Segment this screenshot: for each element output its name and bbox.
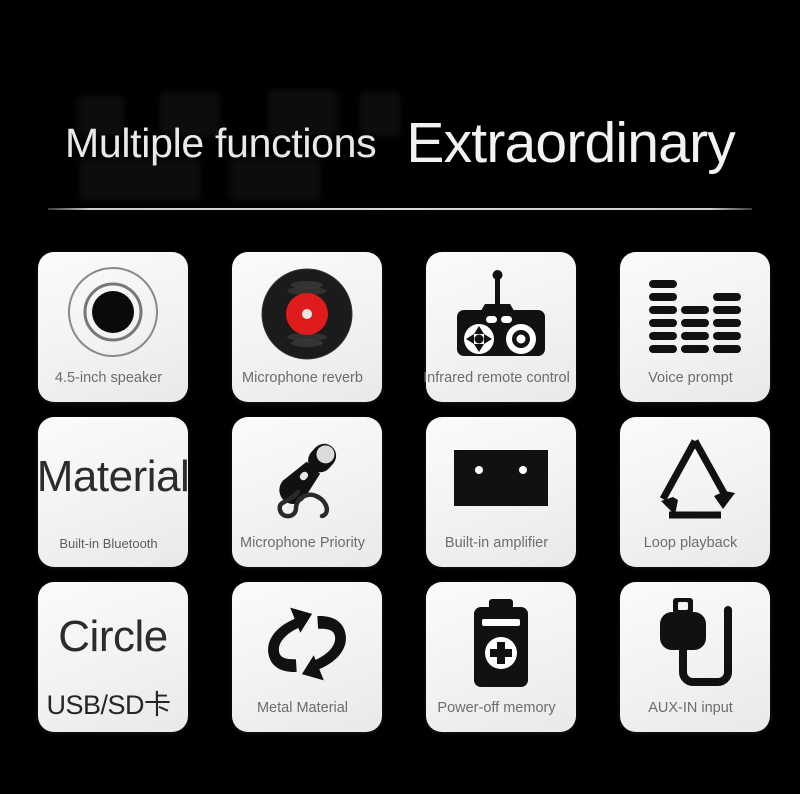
feature-card-label: Built-in Bluetooth [59,536,158,551]
page-header: Multiple functions Extraordinary [0,100,800,186]
feature-card-usb-sd[interactable]: Circle USB/SD卡 [38,582,188,732]
feature-card-loop-playback[interactable]: Loop playback [620,417,770,567]
feature-card-word: Material [36,452,190,501]
equalizer-bars-icon [620,252,770,371]
feature-grid-page: Multiple functions Extraordinary 4.5-inc… [0,0,800,794]
amplifier-icon [426,417,576,536]
feature-card-voice-prompt[interactable]: Voice prompt [620,252,770,402]
feature-card-metal-material[interactable]: Metal Material [232,582,382,732]
feature-card-label: Power-off memory [437,699,556,716]
vinyl-record-icon [232,252,382,371]
feature-card-mic-priority[interactable]: Microphone Priority [232,417,382,567]
speaker-cone-icon [38,252,188,371]
feature-card-speaker[interactable]: 4.5-inch speaker [38,252,188,402]
usb-plug-cable-icon [620,582,770,701]
feature-card-label: Microphone Priority [240,534,365,551]
page-title: Extraordinary [406,110,735,175]
feature-card-label: Infrared remote control [423,369,570,386]
feature-card-aux-in[interactable]: AUX-IN input [620,582,770,732]
feature-card-word: Circle [58,612,168,661]
feature-card-bluetooth[interactable]: Material Built-in Bluetooth [36,417,190,567]
battery-plus-icon [426,582,576,701]
feature-card-label: 4.5-inch speaker [54,369,163,386]
feature-card-label: Microphone reverb [242,369,363,386]
feature-card-label: Voice prompt [648,369,733,386]
feature-card-power-off-memory[interactable]: Power-off memory [426,582,576,732]
feature-card-reverb[interactable]: Microphone reverb [232,252,382,402]
feature-card-label: Built-in amplifier [444,534,549,551]
microphone-icon [232,417,382,536]
feature-card-label: Metal Material [256,699,349,716]
feature-card-remote[interactable]: Infrared remote control [423,252,576,402]
feature-card-grid: 4.5-inch speaker Microphone reverb Infra… [36,252,770,732]
feature-card-label: AUX-IN input [648,699,733,716]
metal-cycle-arrows-icon [232,582,382,701]
remote-control-icon [426,252,576,371]
loop-triangle-icon [620,417,770,536]
feature-card-label: Loop playback [643,534,738,551]
feature-card-amplifier[interactable]: Built-in amplifier [426,417,576,567]
header-divider [48,208,752,210]
feature-card-label: USB/SD卡 [46,690,171,720]
header-subtitle: Multiple functions [65,119,377,166]
